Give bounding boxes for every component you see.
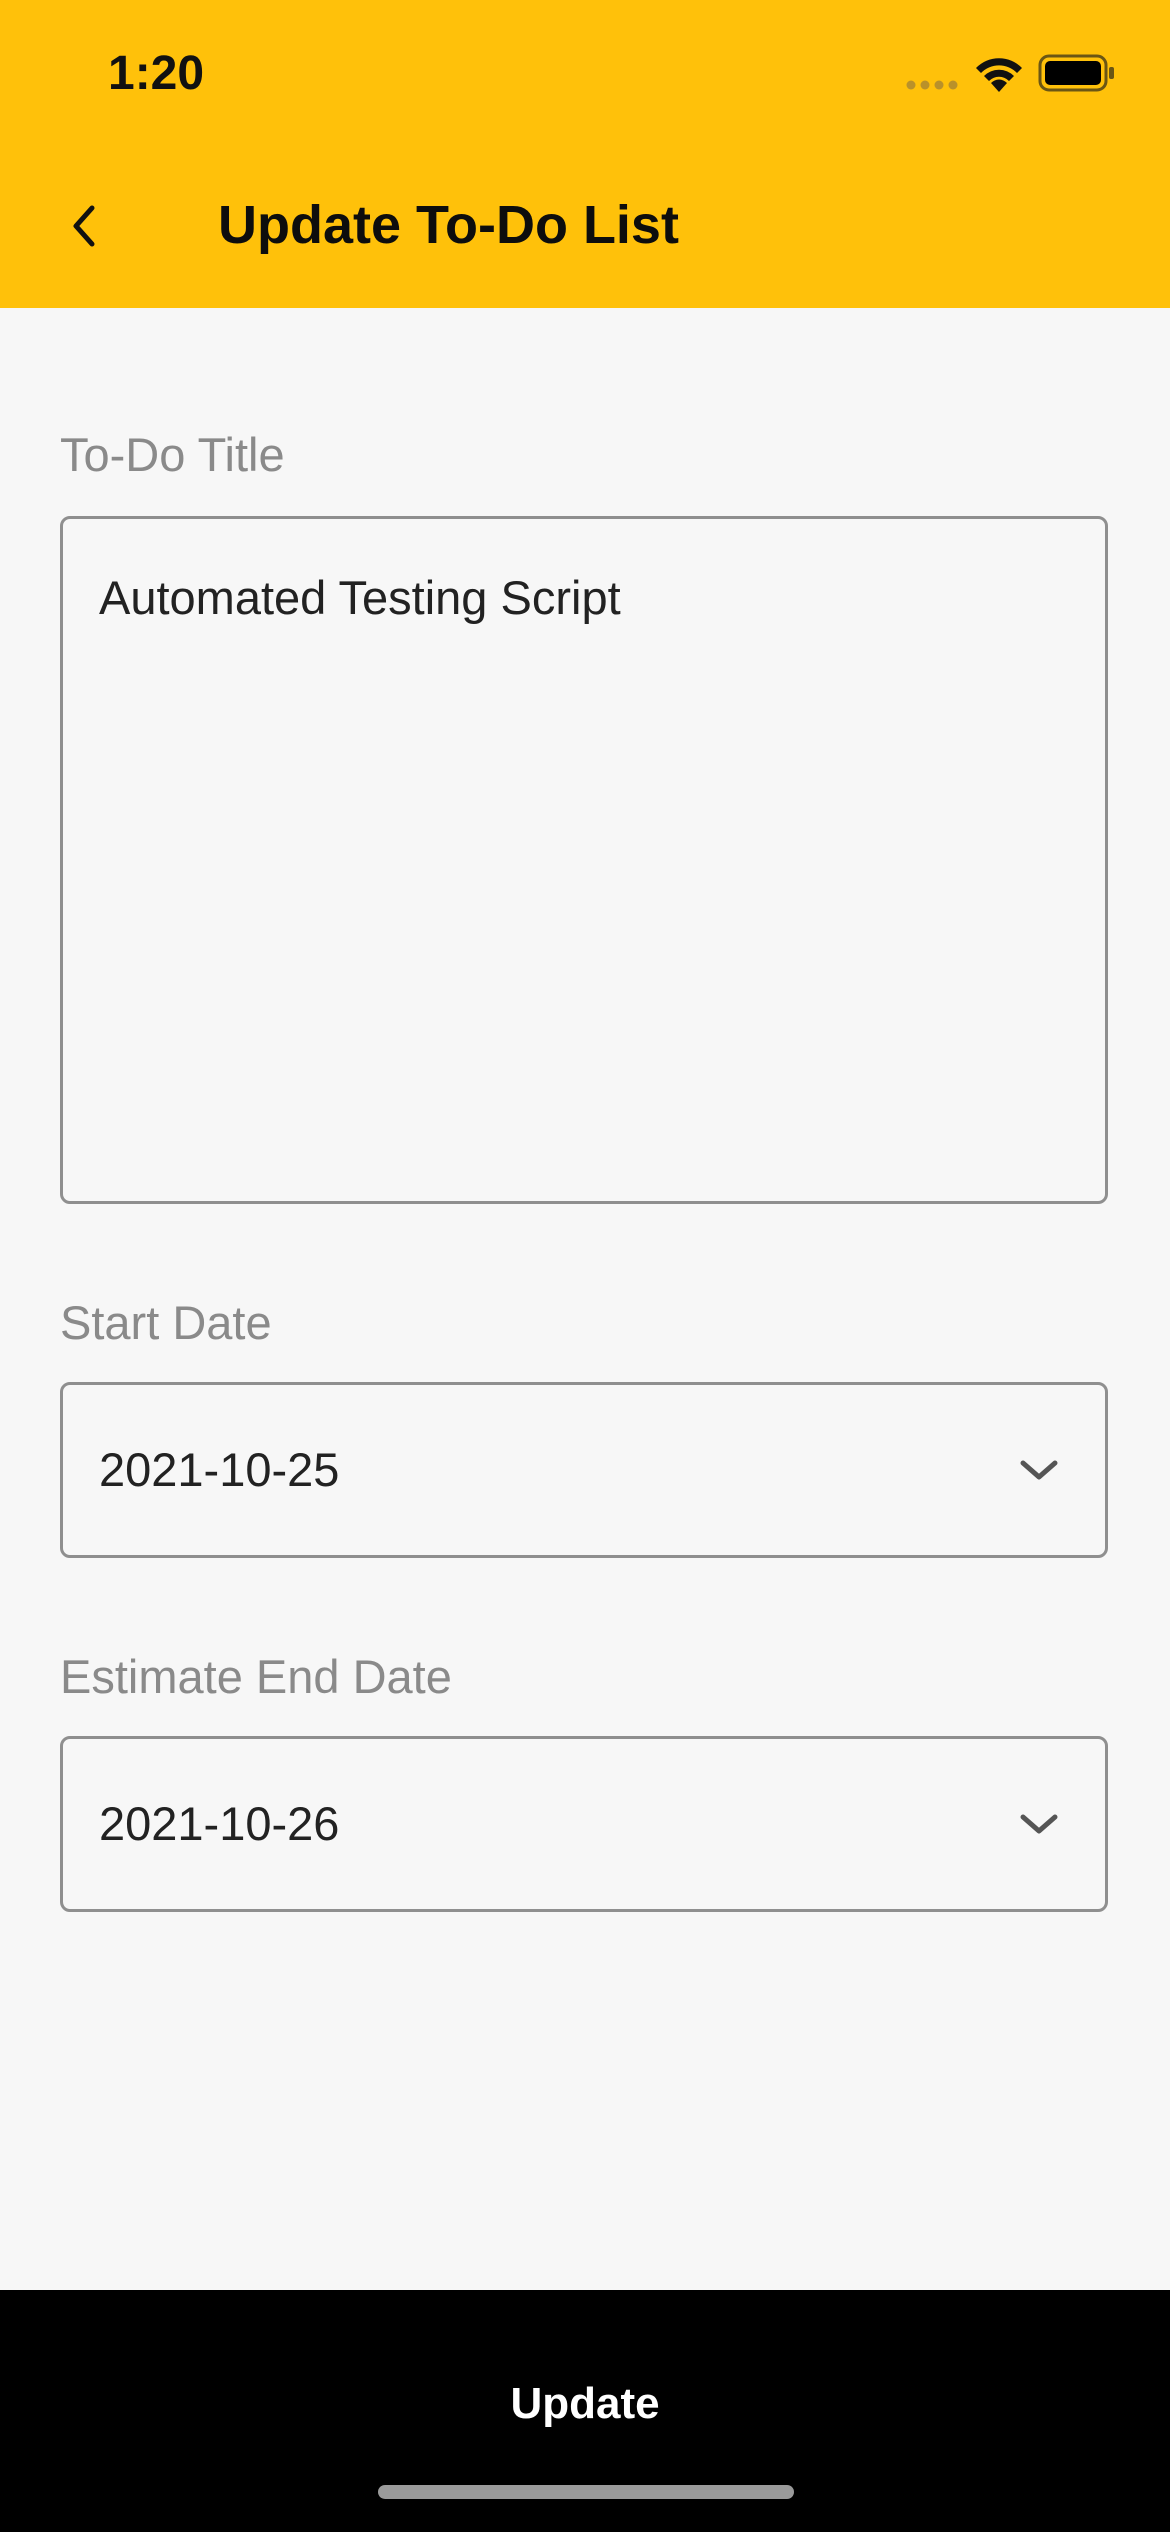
back-button[interactable]	[46, 180, 122, 272]
update-button[interactable]: Update	[0, 2290, 1170, 2518]
home-indicator	[378, 2485, 794, 2499]
todo-title-input[interactable]: Automated Testing Script	[60, 516, 1108, 1204]
chevron-down-icon	[1020, 1814, 1058, 1834]
cellular-signal-icon	[906, 80, 958, 90]
chevron-left-icon	[73, 205, 95, 247]
status-time: 1:20	[108, 47, 205, 100]
page-title: Update To-Do List	[218, 195, 679, 255]
chevron-down-icon	[1020, 1460, 1058, 1480]
start-date-dropdown[interactable]: 2021-10-25	[60, 1382, 1108, 1558]
start-date-label: Start Date	[60, 1296, 272, 1349]
start-date-value: 2021-10-25	[99, 1443, 340, 1496]
todo-title-value: Automated Testing Script	[99, 571, 621, 624]
todo-title-label: To-Do Title	[60, 428, 285, 481]
end-date-label: Estimate End Date	[60, 1650, 452, 1703]
end-date-dropdown[interactable]: 2021-10-26	[60, 1736, 1108, 1912]
end-date-value: 2021-10-26	[99, 1797, 340, 1850]
app-header: 1:20 Update To-Do List	[0, 0, 1170, 308]
battery-icon	[1038, 54, 1114, 92]
wifi-icon	[976, 58, 1022, 92]
